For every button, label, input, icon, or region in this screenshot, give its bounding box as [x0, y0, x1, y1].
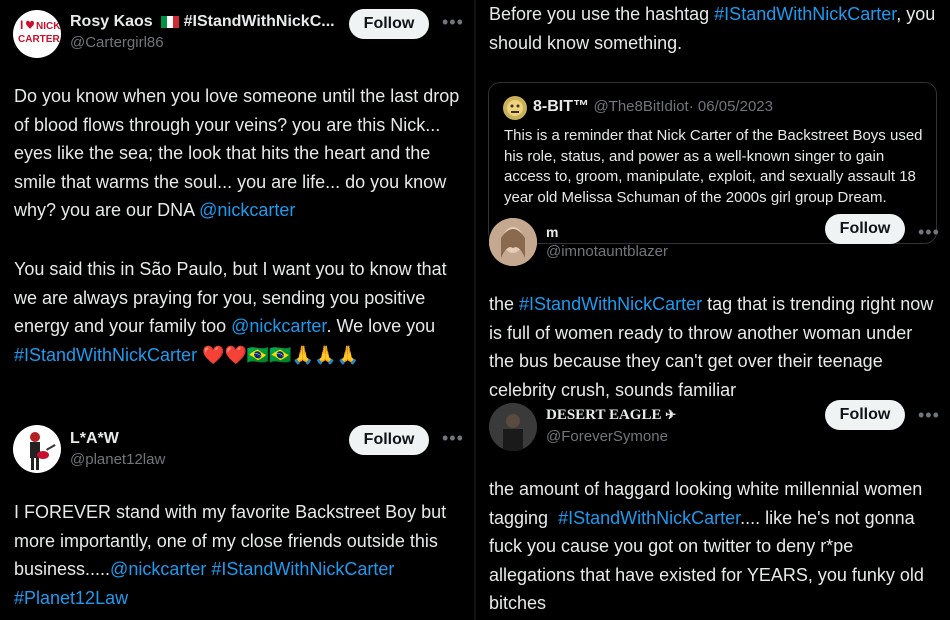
author-name-tail: #IStandWithNickC...: [183, 13, 335, 30]
post-text-5: the amount of haggard looking white mill…: [489, 475, 939, 618]
hashtag-link[interactable]: #IStandWithNickCarter: [211, 559, 394, 579]
more-icon[interactable]: •••: [918, 405, 940, 426]
italy-flag-icon: [161, 15, 180, 28]
quoted-author-handle: @The8BitIdiot: [593, 98, 689, 115]
author-name[interactable]: DESERT EAGLE ✈: [546, 407, 676, 424]
quoted-author-line: 8-BIT™ @The8BitIdiot· 06/05/2023: [533, 98, 773, 116]
post-text-4: the #IStandWithNickCarter tag that is tr…: [489, 290, 939, 404]
more-icon[interactable]: •••: [442, 428, 464, 449]
author-name-text: Rosy Kaos: [70, 13, 153, 30]
hashtag-link[interactable]: #IStandWithNickCarter: [519, 294, 702, 314]
author-handle[interactable]: @Cartergirl86: [70, 34, 164, 51]
mention-link[interactable]: @nickcarter: [110, 559, 206, 579]
avatar-logo: I NICK CARTER: [13, 10, 61, 58]
author-name[interactable]: m: [546, 224, 558, 240]
emoji-row: ❤️❤️🇧🇷🇧🇷🙏🙏🙏: [202, 344, 359, 365]
post-text-2: You said this in São Paulo, but I want y…: [14, 255, 469, 369]
svg-text:I: I: [20, 18, 23, 32]
post-text-3: I FOREVER stand with my favorite Backstr…: [14, 498, 469, 612]
more-icon[interactable]: •••: [442, 12, 464, 33]
author-name[interactable]: L*A*W: [70, 430, 119, 448]
avatar-law[interactable]: [13, 425, 61, 473]
intro-text-a: Before you use the hashtag: [489, 4, 715, 24]
svg-text:NICK: NICK: [36, 21, 61, 32]
author-handle[interactable]: @ForeverSymone: [546, 428, 668, 445]
mention-link[interactable]: @nickcarter: [199, 200, 295, 220]
portrait-icon: [489, 403, 537, 451]
more-icon[interactable]: •••: [918, 222, 940, 243]
post-text-4a: the: [489, 294, 520, 314]
eagle-icon: ✈: [665, 407, 677, 422]
author-handle[interactable]: @planet12law: [70, 451, 165, 468]
quoted-author-name: 8-BIT™: [533, 98, 589, 115]
hashtag-link[interactable]: #IStandWithNickCarter: [714, 4, 896, 24]
mention-link[interactable]: @nickcarter: [231, 316, 326, 336]
post-text-2b: . We love you: [326, 316, 436, 336]
quoted-date: · 06/05/2023: [688, 98, 773, 115]
intro-text: Before you use the hashtag #IStandWithNi…: [489, 0, 944, 57]
hashtag-link[interactable]: #Planet12Law: [14, 588, 128, 608]
avatar-imnotauntblazer[interactable]: [489, 218, 537, 266]
quoted-avatar: [503, 96, 527, 120]
post-text-1: Do you know when you love someone until …: [14, 82, 469, 227]
avatar-rosy-kaos[interactable]: I NICK CARTER: [13, 10, 61, 58]
hashtag-link[interactable]: #IStandWithNickCarter: [14, 345, 197, 365]
author-name-text: DESERT EAGLE: [546, 407, 662, 423]
portrait-icon: [489, 218, 537, 266]
follow-button[interactable]: Follow: [349, 9, 429, 39]
right-panel: Before you use the hashtag #IStandWithNi…: [476, 0, 950, 620]
svg-text:CARTER: CARTER: [18, 34, 60, 45]
avatar-foreversymone[interactable]: [489, 403, 537, 451]
guitarist-icon: [30, 432, 56, 470]
follow-button[interactable]: Follow: [825, 214, 905, 244]
left-panel: I NICK CARTER Rosy Kaos #IStandWithNickC…: [0, 0, 474, 620]
hashtag-link[interactable]: #IStandWithNickCarter: [558, 508, 740, 528]
follow-button[interactable]: Follow: [349, 425, 429, 455]
author-handle[interactable]: @imnotauntblazer: [546, 243, 668, 260]
follow-button[interactable]: Follow: [825, 400, 905, 430]
author-name[interactable]: Rosy Kaos #IStandWithNickC...: [70, 13, 335, 31]
